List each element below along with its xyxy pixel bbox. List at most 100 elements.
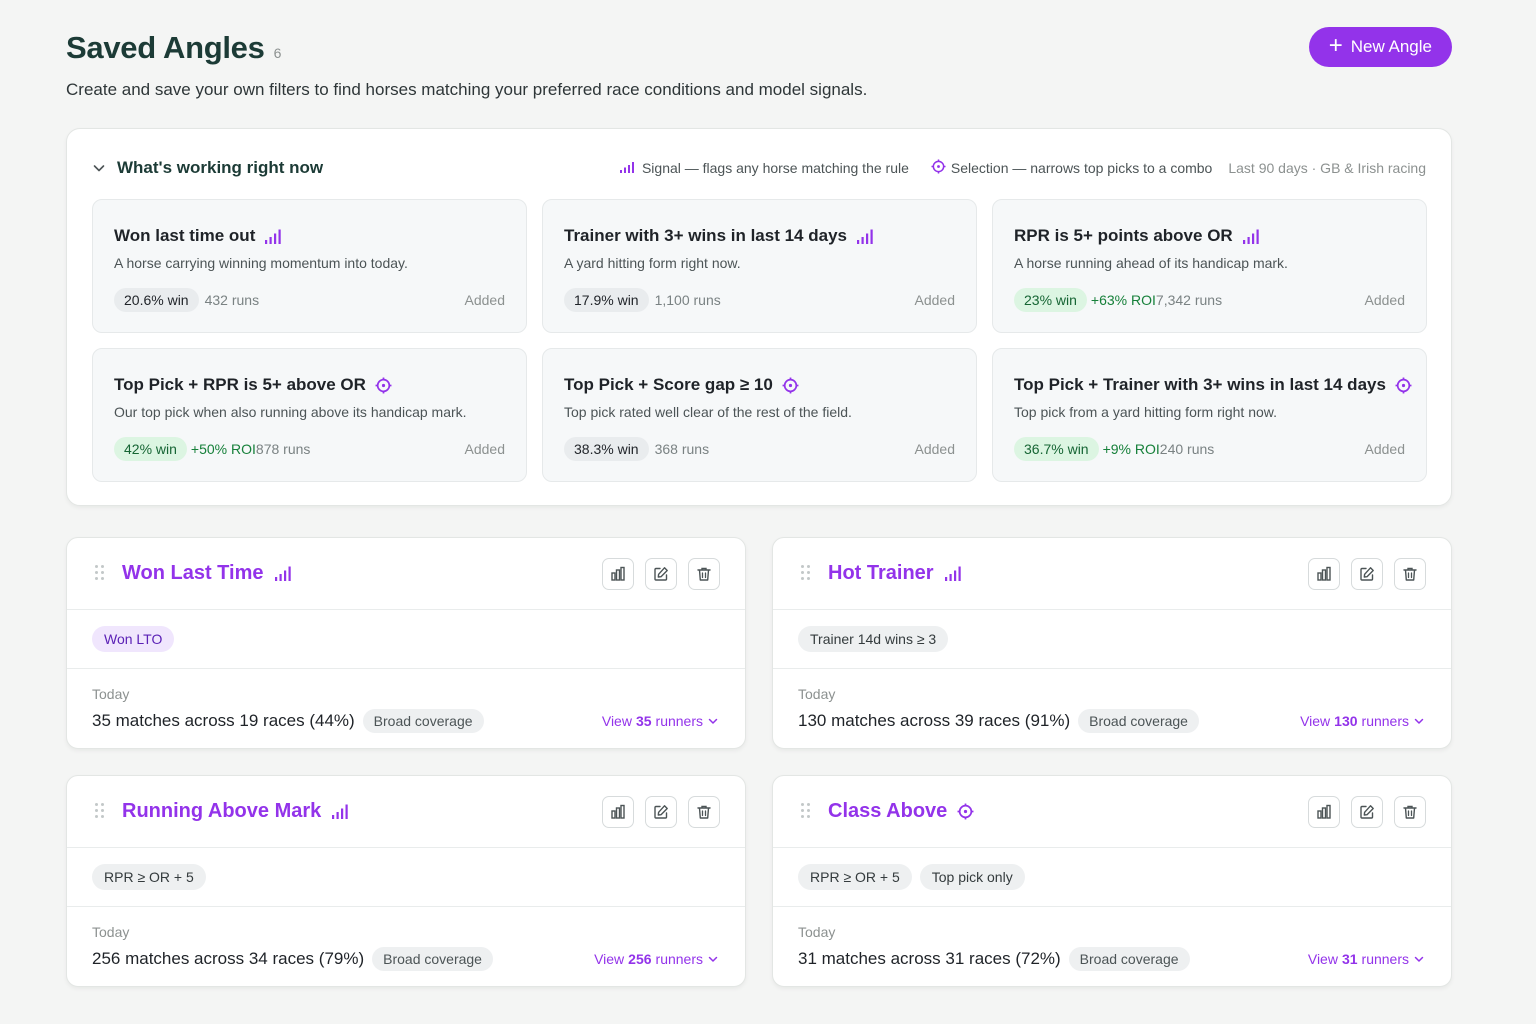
stats-button[interactable]: [602, 558, 634, 590]
working-card-title: Top Pick + Score gap ≥ 10: [564, 375, 799, 395]
stats-button[interactable]: [1308, 796, 1340, 828]
angle-title[interactable]: Class Above: [828, 800, 974, 823]
working-card-title-text: RPR is 5+ points above OR: [1014, 226, 1233, 245]
view-prefix: View: [601, 713, 632, 729]
signal-icon: [331, 803, 351, 820]
chevron-down-icon: [1413, 715, 1425, 727]
page-subtitle: Create and save your own filters to find…: [66, 80, 868, 99]
angle-title-text: Hot Trainer: [828, 562, 934, 584]
runs-count: 240 runs: [1159, 441, 1215, 457]
page-title: Saved Angles: [66, 30, 265, 65]
delete-button[interactable]: [1394, 558, 1426, 590]
working-card[interactable]: Trainer with 3+ wins in last 14 days A ya…: [542, 199, 977, 333]
trash-icon: [696, 566, 712, 582]
added-status: Added: [914, 292, 955, 308]
bar-chart-icon: [1316, 804, 1332, 820]
added-status: Added: [464, 292, 505, 308]
win-rate-badge: 38.3% win: [564, 437, 649, 461]
stats-button[interactable]: [602, 796, 634, 828]
delete-button[interactable]: [688, 796, 720, 828]
view-suffix: runners: [1361, 951, 1409, 967]
added-status: Added: [1364, 292, 1405, 308]
edit-button[interactable]: [1351, 796, 1383, 828]
drag-handle-icon[interactable]: [95, 803, 104, 818]
page-header: Saved Angles 6 Create and save your own …: [66, 27, 1454, 100]
edit-button[interactable]: [1351, 558, 1383, 590]
angle-card: Running Above Mark RPR ≥ OR + 5 Today 256 m…: [66, 775, 746, 987]
working-card[interactable]: RPR is 5+ points above OR A horse running…: [992, 199, 1427, 333]
delete-button[interactable]: [688, 558, 720, 590]
filter-tag: RPR ≥ OR + 5: [798, 864, 912, 890]
drag-handle-icon[interactable]: [801, 565, 810, 580]
chevron-down-icon: [707, 715, 719, 727]
angle-card: Won Last Time Won LTO Today 35 matches acro…: [66, 537, 746, 749]
filter-tags: Won LTO: [92, 626, 175, 652]
edit-button[interactable]: [645, 558, 677, 590]
filter-tag: Trainer 14d wins ≥ 3: [798, 626, 949, 652]
working-card-title-text: Trainer with 3+ wins in last 14 days: [564, 226, 847, 245]
date-range: Last 90 days · GB & Irish racing: [1228, 160, 1426, 176]
signal-icon: [856, 228, 876, 245]
crosshair-icon: [782, 377, 799, 394]
chevron-down-icon[interactable]: [91, 160, 107, 176]
matches-text: 35 matches across 19 races (44%): [92, 711, 355, 730]
bar-chart-icon: [610, 804, 626, 820]
stats-button[interactable]: [1308, 558, 1340, 590]
working-card[interactable]: Top Pick + RPR is 5+ above OR Our top pic…: [92, 348, 527, 482]
working-card-title-text: Top Pick + Trainer with 3+ wins in last …: [1014, 375, 1386, 394]
matches-summary: 35 matches across 19 races (44%) Broad co…: [92, 709, 484, 733]
view-runners-link[interactable]: View 256 runners: [594, 951, 719, 967]
crosshair-icon: [1395, 377, 1412, 394]
trash-icon: [696, 804, 712, 820]
working-card-description: Top pick rated well clear of the rest of…: [564, 404, 852, 420]
new-angle-button[interactable]: + New Angle: [1308, 27, 1452, 67]
today-label: Today: [798, 686, 836, 702]
chevron-down-icon: [1413, 953, 1425, 965]
working-card[interactable]: Top Pick + Trainer with 3+ wins in last …: [992, 348, 1427, 482]
coverage-badge: Broad coverage: [1068, 947, 1190, 971]
win-rate-badge: 23% win: [1014, 288, 1087, 312]
working-card-title-text: Top Pick + RPR is 5+ above OR: [114, 375, 366, 394]
signal-icon: [274, 565, 294, 582]
bar-chart-icon: [610, 566, 626, 582]
angle-title[interactable]: Running Above Mark: [122, 800, 351, 823]
view-suffix: runners: [1361, 713, 1409, 729]
working-card[interactable]: Top Pick + Score gap ≥ 10 Top pick rated …: [542, 348, 977, 482]
added-status: Added: [914, 441, 955, 457]
divider: [773, 906, 1451, 907]
edit-icon: [653, 804, 669, 820]
divider: [67, 906, 745, 907]
whats-working-title[interactable]: What's working right now: [117, 158, 323, 178]
added-status: Added: [1364, 441, 1405, 457]
angle-title[interactable]: Won Last Time: [122, 562, 294, 585]
working-card-title-text: Top Pick + Score gap ≥ 10: [564, 375, 773, 394]
runs-count: 432 runs: [204, 292, 260, 308]
matches-text: 130 matches across 39 races (91%): [798, 711, 1071, 730]
matches-summary: 31 matches across 31 races (72%) Broad co…: [798, 947, 1190, 971]
trash-icon: [1402, 566, 1418, 582]
matches-text: 256 matches across 34 races (79%): [92, 949, 365, 968]
crosshair-icon: [375, 377, 392, 394]
working-card-description: A yard hitting form right now.: [564, 255, 741, 271]
working-card[interactable]: Won last time out A horse carrying winnin…: [92, 199, 527, 333]
view-suffix: runners: [655, 713, 703, 729]
view-runners-link[interactable]: View 130 runners: [1300, 713, 1425, 729]
angle-title[interactable]: Hot Trainer: [828, 562, 964, 585]
filter-tags: Trainer 14d wins ≥ 3: [798, 626, 949, 652]
view-runners-link[interactable]: View 31 runners: [1308, 951, 1425, 967]
signal-icon: [1242, 228, 1262, 245]
signal-icon: [619, 160, 637, 177]
edit-button[interactable]: [645, 796, 677, 828]
matches-summary: 130 matches across 39 races (91%) Broad c…: [798, 709, 1199, 733]
runs-count: 7,342 runs: [1155, 292, 1223, 308]
runs-count: 1,100 runs: [654, 292, 721, 308]
chevron-down-icon: [707, 953, 719, 965]
delete-button[interactable]: [1394, 796, 1426, 828]
working-card-stats: 36.7% win +9% ROI 240 runs: [1014, 437, 1214, 461]
drag-handle-icon[interactable]: [95, 565, 104, 580]
filter-tags: RPR ≥ OR + 5: [92, 864, 206, 890]
view-runners-link[interactable]: View 35 runners: [602, 713, 719, 729]
drag-handle-icon[interactable]: [801, 803, 810, 818]
bar-chart-icon: [1316, 566, 1332, 582]
win-rate-badge: 20.6% win: [114, 288, 199, 312]
